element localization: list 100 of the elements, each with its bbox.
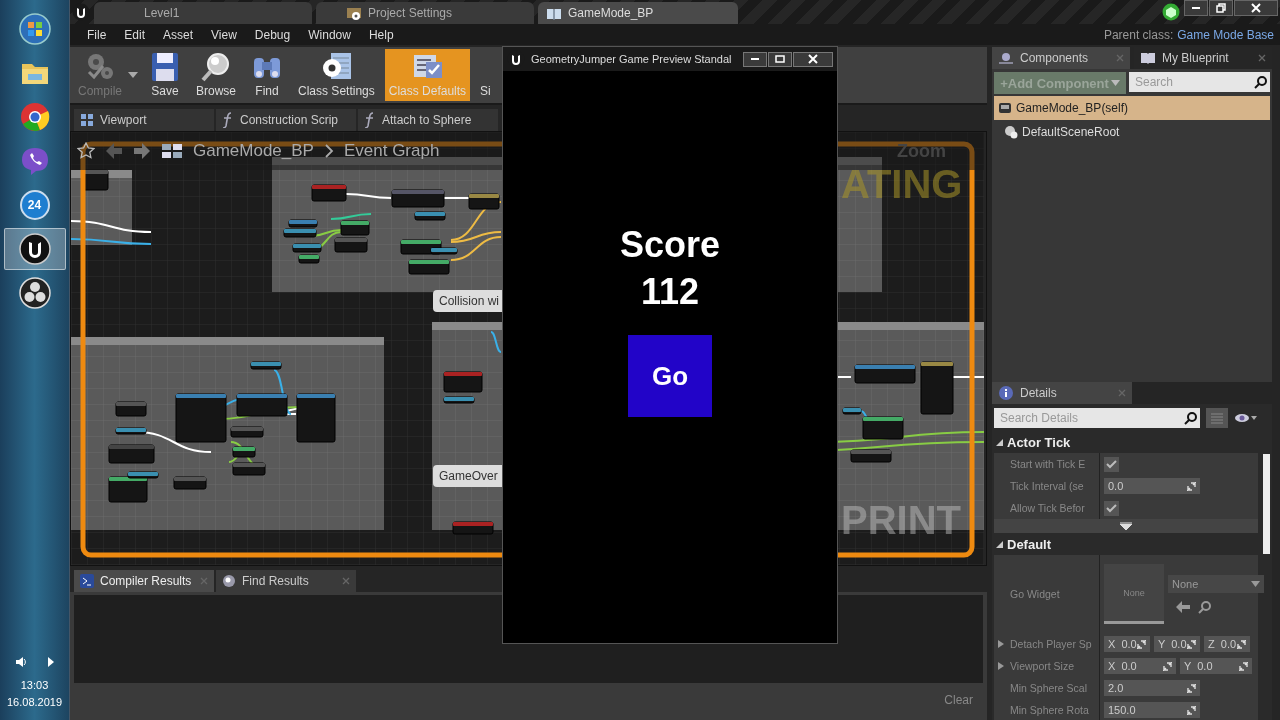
editor-tab[interactable]: GameMode_BP [538,2,738,24]
close-button[interactable] [793,51,833,67]
graph-node[interactable] [468,193,500,210]
editor-tab[interactable]: Level1 [94,2,312,24]
breadcrumb-link[interactable]: Event Graph [343,141,440,161]
graph-node[interactable] [842,407,862,415]
search-icon [222,574,236,588]
toolbar-button[interactable]: Class Settings [294,49,379,101]
graph-node[interactable] [430,247,458,255]
vector-field[interactable]: X 0.0 [1104,636,1150,652]
document-tab[interactable]: Attach to Sphere [358,109,498,131]
vector-field[interactable]: Z 0.0 [1204,636,1250,652]
breadcrumb-link[interactable]: GameMode_BP [193,141,314,161]
graph-node[interactable] [311,184,347,202]
forward-arrow-icon [133,142,151,160]
graph-node[interactable] [175,393,227,443]
forward-button[interactable] [133,142,151,160]
checkbox[interactable] [1104,456,1119,472]
parent-class-link[interactable]: Game Mode Base [1177,27,1274,42]
graph-node[interactable] [236,393,288,417]
graph-node[interactable] [400,239,442,255]
close-icon [200,577,208,585]
close-icon [1118,389,1126,397]
graph-node[interactable] [408,259,450,275]
graph-node[interactable] [173,476,207,490]
graph-node[interactable] [296,393,336,443]
toolbar-button[interactable]: Save [144,49,186,101]
vector-field[interactable]: X 0.0 [1104,658,1176,674]
search-field[interactable]: Search [1129,72,1270,92]
graph-node[interactable] [850,449,892,463]
graph-node[interactable] [414,211,446,221]
vector-field[interactable]: Y 0.0 [1180,658,1252,674]
close-button[interactable] [1234,0,1278,16]
graph-node[interactable] [854,364,916,384]
minimize-icon [751,58,759,60]
visibility-button[interactable] [1234,413,1258,423]
graph-node[interactable] [232,462,266,476]
taskbar-button[interactable]: 24 [3,184,66,226]
graph-node[interactable] [443,396,475,404]
graph-node[interactable] [115,427,147,435]
graph-node[interactable] [443,371,483,393]
graph-node[interactable] [108,444,155,464]
minimize-button[interactable] [743,51,767,67]
graph-node[interactable] [452,521,494,535]
graph-node[interactable] [862,416,904,440]
graph-node[interactable] [115,401,147,417]
go-button[interactable]: Go [628,335,712,417]
graph-node[interactable] [230,426,264,438]
graph-node[interactable] [340,220,370,236]
volume-icon [14,656,27,668]
number-field[interactable]: 2.0 [1104,680,1200,696]
graph-node[interactable] [292,243,322,253]
graph-node[interactable] [127,471,159,479]
graph-node[interactable] [334,237,368,253]
thumbnail-label: None [1123,587,1145,598]
number-field[interactable]: 150.0 [1104,702,1200,718]
search-icon [1198,600,1211,614]
panel-tab[interactable]: Compiler Results [74,570,214,592]
menu-item[interactable]: File [78,27,116,42]
scrollbar[interactable] [1263,454,1270,554]
toolbar-button[interactable]: Si [476,49,495,101]
graph-node[interactable] [250,361,282,370]
maximize-icon [775,54,785,64]
search-icon [1254,76,1267,89]
number-field[interactable]: 0.0 [1104,478,1200,494]
minimize-button[interactable] [1184,0,1208,16]
score-label: Score [619,223,721,267]
panel-tab[interactable]: Find Results [216,570,356,592]
toolbar-button[interactable]: Find [246,49,289,101]
menu-item[interactable]: Debug [245,27,300,42]
menu-item[interactable]: View [202,27,246,42]
taskbar-button[interactable] [3,228,66,270]
graph-node[interactable] [108,476,148,503]
toolbar-button[interactable]: Browse [192,49,241,101]
search-field[interactable]: Search Details [994,408,1200,428]
checkbox[interactable] [1104,500,1119,516]
graph-node[interactable] [283,228,317,238]
grid-icon [161,143,183,159]
graph-node[interactable] [232,446,256,458]
graph-node[interactable] [298,254,320,264]
menu-item[interactable]: Edit [115,27,155,42]
menu-item[interactable]: Help [359,27,403,42]
graph-node[interactable] [391,189,445,208]
graph-node[interactable] [288,219,318,228]
panel-tab[interactable]: Components [992,47,1130,69]
graph-node[interactable] [920,361,954,415]
maximize-button[interactable] [768,51,792,67]
editor-tab[interactable]: Project Settings [316,2,534,24]
collapse-triangle-icon [996,438,1003,446]
restore-button[interactable] [1209,0,1233,16]
menu-item[interactable]: Asset [154,27,203,42]
document-tab[interactable]: Construction Scrip [216,109,356,131]
vector-field[interactable]: Y 0.0 [1154,636,1200,652]
wire [330,213,372,220]
back-arrow-icon [105,142,123,160]
tree-item[interactable]: DefaultSceneRoot [994,120,1270,144]
document-tab[interactable]: Viewport [74,109,214,131]
menu-item[interactable]: Window [299,27,360,42]
panel-tab[interactable]: Details [992,382,1132,404]
tree-item[interactable]: GameMode_BP(self) [994,96,1270,120]
